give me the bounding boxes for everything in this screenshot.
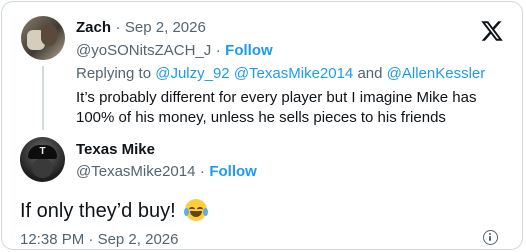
avatar-cap-letter: T <box>39 146 46 157</box>
reply-handle-row: @yoSONitsZACH_J · Follow <box>76 42 273 60</box>
replying-to-label: Replying to <box>76 65 152 82</box>
replying-to-line: Replying to @Julzy_92 @TexasMike2014 and… <box>76 65 485 82</box>
face-with-tears-of-joy-icon <box>184 199 209 221</box>
reply-date[interactable]: Sep 2, 2026 <box>125 19 206 36</box>
separator: · <box>115 19 121 36</box>
main-handle[interactable]: @TexasMike2014 <box>76 163 195 180</box>
x-logo-icon[interactable] <box>480 19 504 43</box>
separator: · <box>199 163 205 180</box>
timestamp-row: 12:38 PM · Sep 2, 2026 <box>20 231 178 248</box>
main-author-name-text[interactable]: Texas Mike <box>76 141 155 158</box>
main-date[interactable]: Sep 2, 2026 <box>98 231 179 248</box>
reply-text-line: 100% of his money, unless he sells piece… <box>76 109 446 126</box>
follow-zach-button[interactable]: Follow <box>225 42 273 59</box>
thread-connector-line <box>42 66 44 130</box>
avatar-detail <box>41 24 57 46</box>
replying-and: and <box>357 65 383 82</box>
main-handle-row: @TexasMike2014 · Follow <box>76 163 257 181</box>
avatar-texas-mike[interactable]: T <box>20 137 65 182</box>
avatar-detail <box>32 158 53 178</box>
main-author-name: Texas Mike <box>76 141 155 159</box>
mention-link[interactable]: @TexasMike2014 <box>234 65 353 82</box>
separator: · <box>88 231 94 248</box>
info-icon-bar <box>489 236 492 241</box>
reply-text-line: It’s probably different for every player… <box>76 89 477 106</box>
main-tweet-text-row: If only they’d buy! <box>20 199 209 223</box>
emoji-tear <box>184 208 190 216</box>
main-time[interactable]: 12:38 PM <box>20 231 84 248</box>
avatar-zach[interactable] <box>21 16 65 60</box>
main-tweet-text: If only they’d buy! <box>20 200 176 222</box>
mention-link[interactable]: @AllenKessler <box>387 65 486 82</box>
mention-link[interactable]: @Julzy_92 <box>155 65 229 82</box>
info-icon[interactable] <box>483 230 498 245</box>
follow-texas-mike-button[interactable]: Follow <box>209 163 257 180</box>
separator: · <box>215 42 221 59</box>
emoji-mouth <box>190 211 203 217</box>
reply-author-name[interactable]: Zach <box>76 19 111 36</box>
avatar-detail: T <box>28 145 57 159</box>
info-icon-dot <box>489 233 492 235</box>
reply-handle[interactable]: @yoSONitsZACH_J <box>76 42 211 59</box>
reply-header: Zach · Sep 2, 2026 <box>76 19 206 37</box>
